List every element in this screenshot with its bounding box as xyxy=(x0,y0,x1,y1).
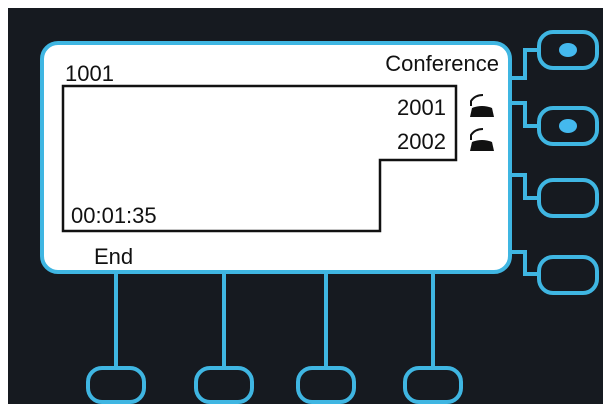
call-timer: 00:01:35 xyxy=(71,203,157,228)
lcd-display: 1001 Conference 2001 2002 00:01:35 End xyxy=(40,41,512,274)
softkey-2-button[interactable] xyxy=(194,366,254,404)
conference-party-number: 2002 xyxy=(397,129,446,154)
line-key-2[interactable] xyxy=(537,106,599,146)
line-key-4[interactable] xyxy=(537,255,599,295)
line-key-1[interactable] xyxy=(537,30,599,70)
handset-off-hook-icon xyxy=(470,94,494,117)
softkey-end-button[interactable] xyxy=(86,366,146,404)
conference-party-number: 2001 xyxy=(397,95,446,120)
phone-device: 1001 Conference 2001 2002 00:01:35 End xyxy=(0,0,603,412)
softkey-label-end: End xyxy=(94,244,134,269)
softkey-3-button[interactable] xyxy=(296,366,356,404)
softkey-4-button[interactable] xyxy=(403,366,463,404)
line-key-3[interactable] xyxy=(537,178,599,218)
handset-off-hook-icon xyxy=(470,128,494,151)
